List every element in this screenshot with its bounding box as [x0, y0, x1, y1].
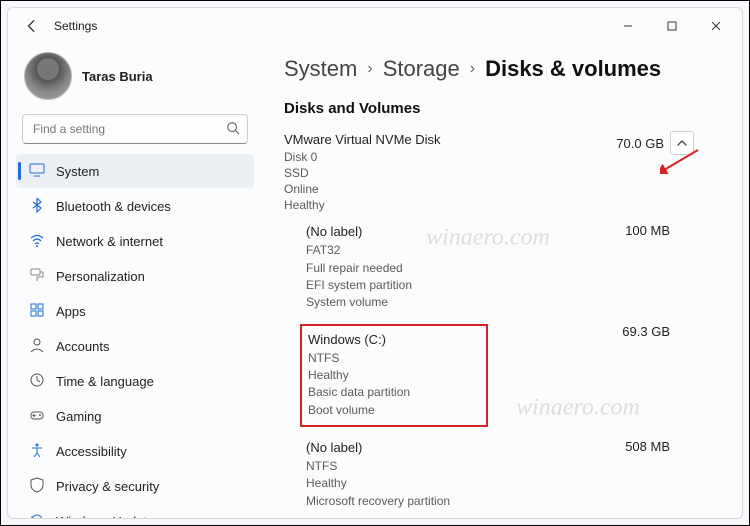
titlebar: Settings: [8, 8, 742, 44]
search-icon: [226, 121, 240, 140]
sidebar-item-label: Apps: [56, 304, 86, 319]
minimize-icon: [623, 21, 633, 31]
sidebar-item-label: Time & language: [56, 374, 154, 389]
volume-row[interactable]: (No label)FAT32Full repair neededEFI sys…: [306, 223, 718, 311]
sidebar-item-label: Personalization: [56, 269, 145, 284]
collapse-button[interactable]: [670, 131, 694, 155]
volume-health: Healthy: [306, 475, 450, 492]
volume-size: 100 MB: [625, 223, 718, 311]
bluetooth-icon: [28, 197, 46, 216]
volume-partition-type: EFI system partition: [306, 277, 412, 294]
volume-row[interactable]: Windows (C:)NTFSHealthyBasic data partit…: [306, 324, 718, 427]
volume-name: (No label): [306, 223, 412, 242]
volume-fs: NTFS: [306, 458, 450, 475]
back-button[interactable]: [18, 12, 46, 40]
sidebar-item-accessibility[interactable]: Accessibility: [16, 434, 254, 468]
volume-health: Full repair needed: [306, 260, 412, 277]
sidebar-item-gaming[interactable]: Gaming: [16, 399, 254, 433]
window-controls: [606, 11, 738, 41]
crumb-disks-volumes: Disks & volumes: [485, 56, 661, 82]
paint-icon: [28, 267, 46, 286]
close-button[interactable]: [694, 11, 738, 41]
sidebar-item-apps[interactable]: Apps: [16, 294, 254, 328]
breadcrumb: System › Storage › Disks & volumes: [284, 56, 718, 82]
crumb-storage[interactable]: Storage: [383, 56, 460, 82]
volume-extra: System volume: [306, 294, 412, 311]
arrow-left-icon: [25, 19, 39, 33]
user-block[interactable]: Taras Buria: [16, 48, 254, 110]
disk-number: Disk 0: [284, 149, 441, 165]
sidebar-item-label: Accounts: [56, 339, 109, 354]
volume-name: (No label): [306, 439, 450, 458]
wifi-icon: [28, 232, 46, 251]
chevron-right-icon: ›: [367, 60, 372, 78]
crumb-system[interactable]: System: [284, 56, 357, 82]
nav-list: System Bluetooth & devices Network & inter…: [16, 154, 254, 518]
volume-size: 508 MB: [625, 439, 718, 510]
update-icon: [28, 512, 46, 519]
sidebar-item-label: Gaming: [56, 409, 102, 424]
volume-partition-type: Basic data partition: [308, 384, 468, 401]
sidebar-item-bluetooth-devices[interactable]: Bluetooth & devices: [16, 189, 254, 223]
volume-partition-type: Microsoft recovery partition: [306, 493, 450, 510]
sidebar-item-privacy-security[interactable]: Privacy & security: [16, 469, 254, 503]
chevron-up-icon: [677, 138, 687, 148]
app-title: Settings: [54, 19, 97, 33]
sidebar-item-label: Privacy & security: [56, 479, 159, 494]
disk-name: VMware Virtual NVMe Disk: [284, 131, 441, 149]
volumes-list: (No label)FAT32Full repair neededEFI sys…: [284, 223, 718, 510]
user-name: Taras Buria: [82, 69, 153, 84]
volume-fs: FAT32: [306, 242, 412, 259]
sidebar-item-network-internet[interactable]: Network & internet: [16, 224, 254, 258]
section-title: Disks and Volumes: [284, 100, 718, 117]
game-icon: [28, 407, 46, 426]
close-icon: [711, 21, 721, 31]
sidebar-item-personalization[interactable]: Personalization: [16, 259, 254, 293]
shield-icon: [28, 477, 46, 496]
avatar: [24, 52, 72, 100]
sidebar-item-label: Accessibility: [56, 444, 127, 459]
sidebar-item-windows-update[interactable]: Windows Update: [16, 504, 254, 518]
sidebar-item-time-language[interactable]: Time & language: [16, 364, 254, 398]
maximize-button[interactable]: [650, 11, 694, 41]
maximize-icon: [667, 21, 677, 31]
volume-fs: NTFS: [308, 350, 468, 367]
disk-header[interactable]: VMware Virtual NVMe Disk Disk 0 SSD Onli…: [284, 131, 718, 213]
sidebar-item-label: System: [56, 164, 99, 179]
minimize-button[interactable]: [606, 11, 650, 41]
disk-size: 70.0 GB: [616, 136, 664, 151]
display-icon: [28, 162, 46, 181]
disk-type: SSD: [284, 165, 441, 181]
disk-health: Healthy: [284, 197, 441, 213]
accessibility-icon: [28, 442, 46, 461]
volume-row[interactable]: (No label)NTFSHealthyMicrosoft recovery …: [306, 439, 718, 510]
main-content: System › Storage › Disks & volumes Disks…: [260, 44, 742, 518]
sidebar-item-label: Network & internet: [56, 234, 163, 249]
volume-extra: Boot volume: [308, 402, 468, 419]
sidebar: Taras Buria System Bluetooth & devices Net…: [8, 44, 260, 518]
sidebar-item-label: Bluetooth & devices: [56, 199, 171, 214]
clock-icon: [28, 372, 46, 391]
disk-status: Online: [284, 181, 441, 197]
chevron-right-icon: ›: [470, 60, 475, 78]
sidebar-item-system[interactable]: System: [16, 154, 254, 188]
volume-name: Windows (C:): [308, 331, 468, 350]
person-icon: [28, 337, 46, 356]
sidebar-item-accounts[interactable]: Accounts: [16, 329, 254, 363]
volume-size: 69.3 GB: [622, 324, 718, 427]
apps-icon: [28, 302, 46, 321]
sidebar-item-label: Windows Update: [56, 514, 154, 519]
search-input[interactable]: [22, 114, 248, 144]
volume-health: Healthy: [308, 367, 468, 384]
